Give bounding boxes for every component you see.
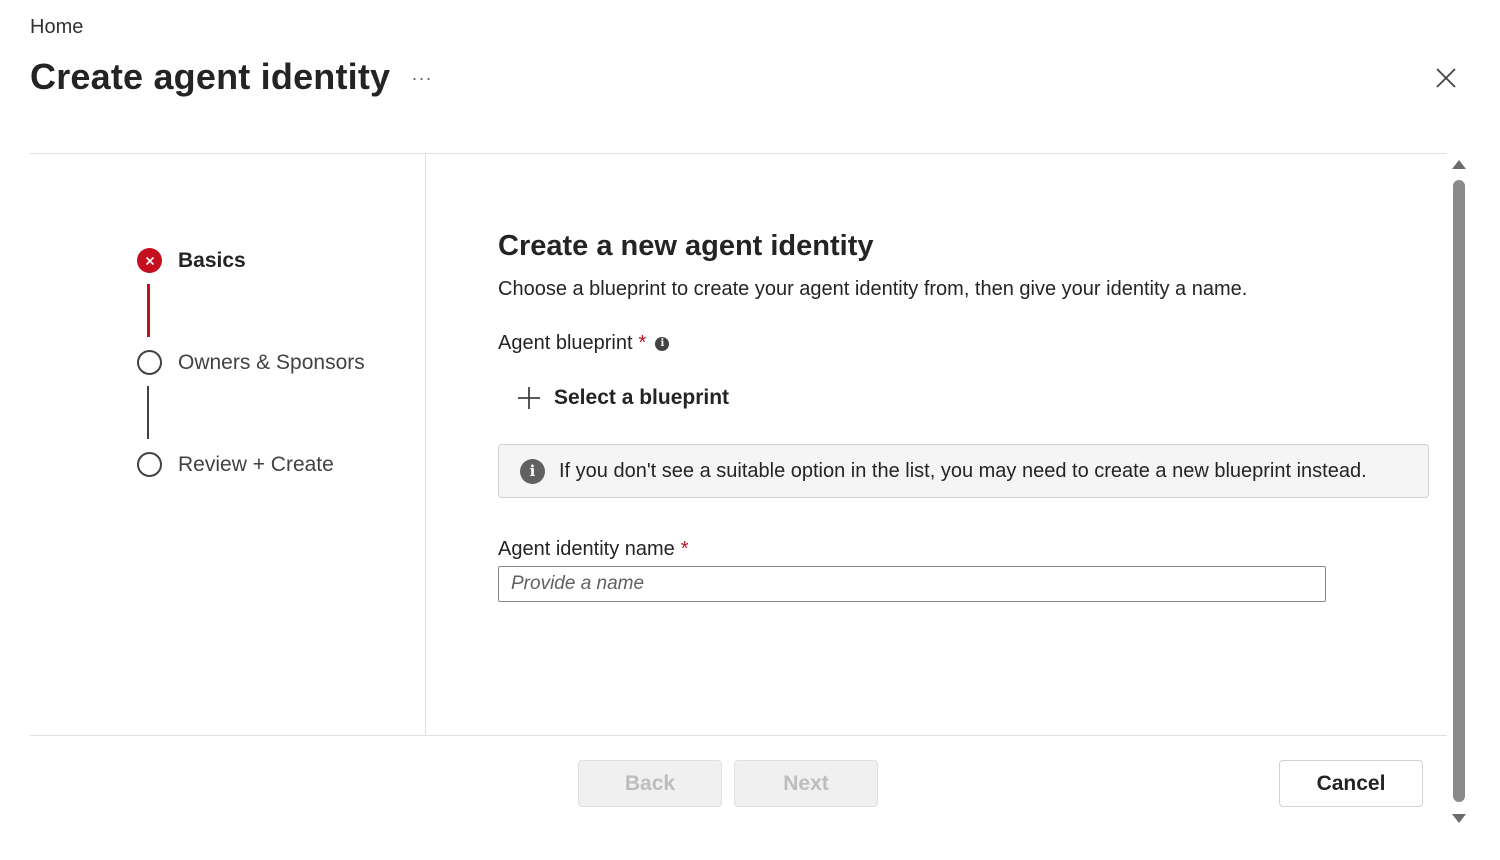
scrollbar-thumb[interactable] [1453,180,1465,802]
create-agent-identity-panel: Home Create agent identity ··· Basics Ow… [0,0,1500,860]
step-connector [147,284,150,337]
close-button[interactable] [1428,60,1464,96]
back-button[interactable]: Back [578,760,722,807]
step-circle-icon [137,452,162,477]
step-label: Basics [178,248,246,272]
select-blueprint-label: Select a blueprint [554,386,730,409]
header-divider [30,153,1447,154]
plus-icon [518,387,540,409]
step-basics[interactable]: Basics [137,248,246,273]
agent-identity-name-input[interactable] [498,566,1326,602]
more-options-button[interactable]: ··· [404,62,440,94]
breadcrumb-home[interactable]: Home [30,16,83,39]
select-blueprint-button[interactable]: Select a blueprint [516,380,729,416]
info-message-bar: i If you don't see a suitable option in … [498,444,1429,498]
required-marker: * [638,332,647,354]
vertical-scrollbar[interactable] [1448,156,1470,830]
step-owners-sponsors[interactable]: Owners & Sponsors [137,350,365,375]
next-button[interactable]: Next [734,760,878,807]
info-icon: i [520,458,545,484]
agent-identity-name-label: Agent identity name * [498,538,689,561]
field-label-text: Agent identity name [498,538,675,560]
steps-divider [425,154,426,735]
step-review-create[interactable]: Review + Create [137,452,334,477]
required-marker: * [680,538,689,560]
field-label-text: Agent blueprint [498,332,633,354]
section-title: Create a new agent identity [498,230,874,262]
step-label: Review + Create [178,452,334,476]
info-message: If you don't see a suitable option in th… [559,459,1367,482]
step-circle-icon [137,350,162,375]
page-title: Create agent identity [30,56,391,97]
agent-blueprint-label: Agent blueprint * i [498,332,670,355]
section-description: Choose a blueprint to create your agent … [498,278,1248,300]
scroll-down-arrow-icon[interactable] [1452,814,1466,823]
step-label: Owners & Sponsors [178,350,365,374]
more-icon: ··· [411,67,433,88]
scroll-up-arrow-icon[interactable] [1452,160,1466,169]
close-icon [1436,68,1456,88]
info-icon[interactable]: i [655,336,670,351]
step-connector [147,386,149,439]
footer-divider [30,735,1447,736]
error-icon [137,248,162,273]
cancel-button[interactable]: Cancel [1279,760,1423,807]
